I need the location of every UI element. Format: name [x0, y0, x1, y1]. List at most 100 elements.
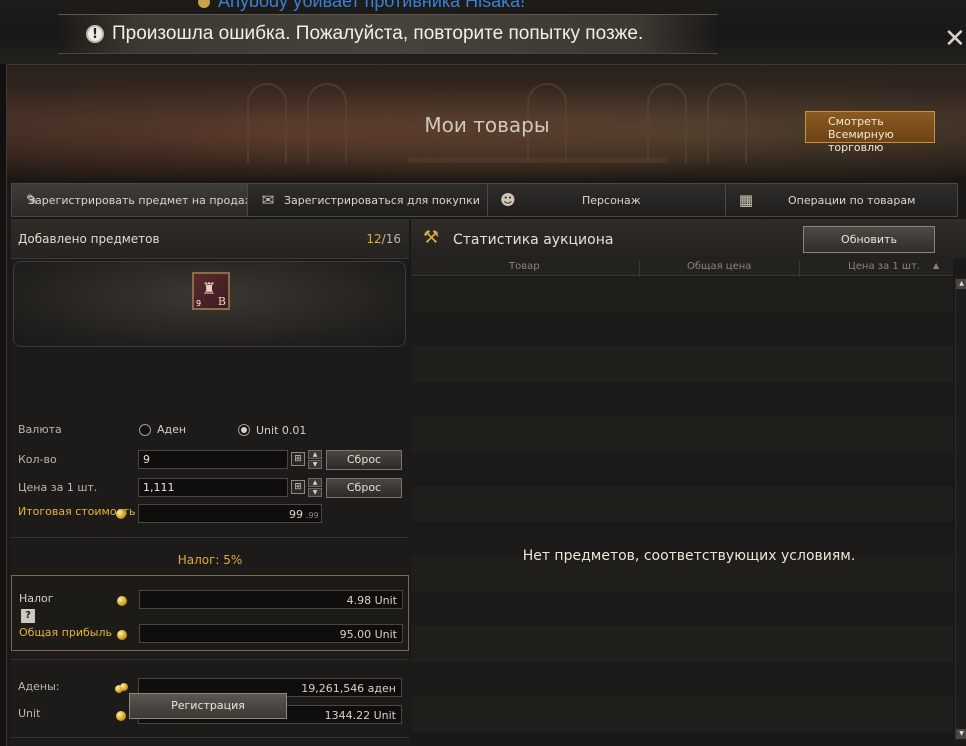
table-row: [411, 347, 953, 382]
price-reset-button[interactable]: Сброс: [326, 478, 402, 498]
auction-window: Мои товары Смотреть Всемирную торговлю ✎…: [6, 64, 966, 746]
error-banner: ! Произошла ошибка. Пожалуйста, повторит…: [58, 14, 718, 54]
sort-icon[interactable]: ▲: [933, 261, 939, 270]
coin-icon: [116, 509, 126, 519]
refresh-button[interactable]: Обновить: [803, 226, 935, 253]
quantity-reset-button[interactable]: Сброс: [326, 450, 402, 470]
tab-label: Зарегистрироваться для покупки: [284, 194, 480, 207]
table-row: [411, 697, 953, 732]
profit-label: Общая прибыль: [19, 626, 112, 639]
page-title: Мои товары: [424, 113, 550, 137]
added-max: 16: [385, 232, 401, 246]
scroll-down-icon[interactable]: ▼: [956, 729, 966, 739]
results-table: [411, 277, 953, 739]
auction-stats-panel: ⚒ Статистика аукциона Обновить Товар Общ…: [411, 219, 966, 746]
currency-unit-radio[interactable]: [238, 424, 250, 436]
tax-summary-box: Налог 4.98 Unit Общая прибыль 95.00 Unit: [11, 575, 409, 651]
game-top-strip: Anybody убивает противника Hisaka! ! Про…: [0, 0, 966, 64]
quantity-down-icon[interactable]: ▼: [308, 460, 322, 469]
quantity-input[interactable]: 9: [138, 450, 288, 469]
stats-header: ⚒ Статистика аукциона Обновить: [411, 219, 966, 259]
coin-icon: [117, 596, 127, 606]
adena-coins-icon: [115, 683, 129, 693]
results-scrollbar[interactable]: ▲ ▼: [955, 277, 966, 741]
currency-adena-radio[interactable]: [139, 424, 151, 436]
tax-value: 4.98 Unit: [139, 590, 403, 609]
system-chat-message: Anybody убивает противника Hisaka!: [218, 0, 526, 11]
divider: [11, 737, 409, 738]
item-grade: B: [217, 295, 226, 308]
decor-arch: [647, 83, 687, 163]
currency-adena-label: Аден: [157, 423, 187, 436]
scroll-up-icon[interactable]: ▲: [956, 279, 966, 289]
column-item[interactable]: Товар: [509, 261, 540, 272]
quantity-up-icon[interactable]: ▲: [308, 450, 322, 459]
auction-screen: Anybody убивает противника Hisaka! ! Про…: [0, 0, 966, 746]
error-message: Произошла ошибка. Пожалуйста, повторите …: [112, 23, 644, 44]
system-dot-icon: [198, 0, 210, 8]
table-row: [411, 627, 953, 662]
total-cost-value: 99: [138, 504, 322, 523]
column-unit-price[interactable]: Цена за 1 шт.: [848, 261, 920, 272]
tab-transactions[interactable]: ▦ Операции по товарам: [725, 183, 958, 217]
register-button[interactable]: Регистрация: [129, 693, 287, 719]
tab-bar: ✎ Зарегистрировать предмет на продажу ✉ …: [11, 183, 958, 217]
decor-arch: [707, 83, 747, 163]
price-up-icon[interactable]: ▲: [308, 478, 322, 487]
tab-register-purchase[interactable]: ✉ Зарегистрироваться для покупки: [247, 183, 487, 217]
currency-unit-label: Unit 0.01: [256, 424, 307, 437]
coin-icon: [117, 630, 127, 640]
tab-label: Операции по товарам: [788, 194, 916, 207]
item-slot-area[interactable]: ♜ 9 B: [13, 261, 406, 347]
price-label: Цена за 1 шт.: [18, 481, 98, 494]
warning-icon: !: [86, 25, 104, 43]
empty-results-message: Нет предметов, соответствующих условиям.: [522, 548, 856, 564]
item-qty: 9: [196, 299, 202, 308]
decor-arch: [307, 83, 347, 163]
added-items-row: Добавлено предметов 12/16: [11, 219, 409, 259]
column-total-price[interactable]: Общая цена: [687, 261, 751, 272]
scroll-icon: ✉: [261, 191, 275, 209]
close-icon[interactable]: ✕: [944, 24, 966, 54]
table-row: [411, 312, 953, 347]
table-row: [411, 662, 953, 697]
unit-label: Unit: [18, 707, 41, 720]
tab-label: Зарегистрировать предмет на продажу: [28, 194, 261, 207]
price-down-icon[interactable]: ▼: [308, 488, 322, 497]
price-input[interactable]: 1,111: [138, 478, 288, 497]
help-icon[interactable]: ?: [21, 609, 35, 623]
item-glyph: ♜: [202, 279, 217, 298]
total-cost-number: 99: [289, 508, 303, 521]
world-trade-button[interactable]: Смотреть Всемирную торговлю: [805, 111, 935, 154]
tax-title: Налог: 5%: [177, 553, 243, 567]
tab-character[interactable]: ☻ Персонаж: [487, 183, 725, 217]
calculator-icon[interactable]: ⊞: [291, 452, 305, 466]
decor-arch: [247, 83, 287, 163]
tab-label: Персонаж: [582, 194, 641, 207]
decor-shelf: [407, 157, 667, 163]
added-items-count: 12/16: [366, 232, 401, 246]
column-divider: [639, 261, 640, 278]
character-icon: ☻: [500, 191, 516, 209]
header-banner: Мои товары Смотреть Всемирную торговлю: [7, 65, 966, 180]
table-row: [411, 382, 953, 417]
column-divider: [799, 261, 800, 278]
total-cost-cents: .99: [306, 511, 319, 520]
table-row: [411, 592, 953, 627]
adena-label: Адены:: [18, 680, 60, 693]
quantity-label: Кол-во: [18, 453, 57, 466]
sell-panel: Добавлено предметов 12/16 ♜ 9 B Валюта А…: [11, 219, 409, 746]
table-row: [411, 487, 953, 522]
item-bag-icon[interactable]: ♜ 9 B: [192, 272, 230, 310]
stats-title: Статистика аукциона: [453, 232, 614, 248]
table-row: [411, 452, 953, 487]
added-current: 12: [366, 232, 382, 246]
divider: [11, 659, 409, 660]
calculator-icon: ▦: [738, 191, 754, 209]
tab-register-sale[interactable]: ✎ Зарегистрировать предмет на продажу: [11, 183, 261, 217]
divider: [11, 537, 409, 538]
tax-label: Налог: [19, 592, 54, 605]
calculator-icon[interactable]: ⊞: [291, 480, 305, 494]
table-row: [411, 417, 953, 452]
hammer-icon: ⚒: [423, 227, 440, 248]
